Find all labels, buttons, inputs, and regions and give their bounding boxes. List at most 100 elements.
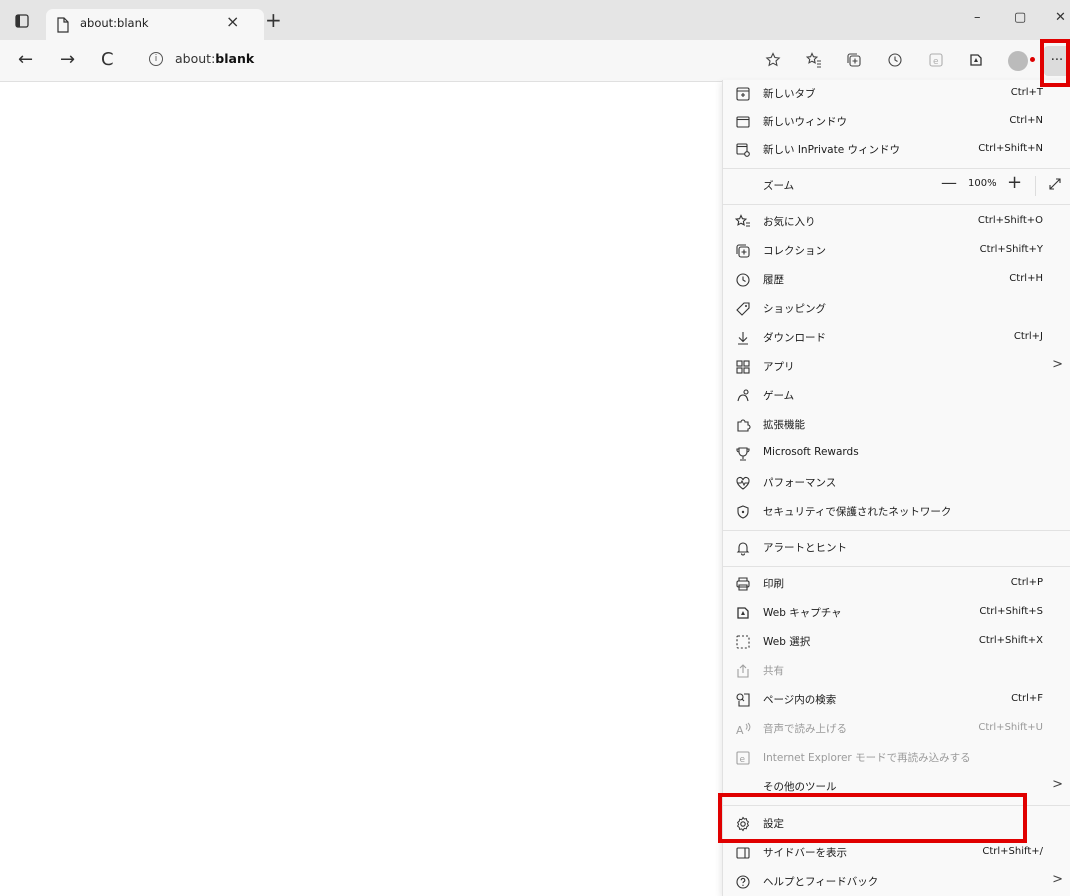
menu-label: パフォーマンス xyxy=(763,477,837,489)
menu-label: お気に入り xyxy=(763,216,816,228)
menu-shortcut: Ctrl+Shift+Y xyxy=(979,244,1043,255)
menu-label: ダウンロード xyxy=(763,332,826,344)
menu-shortcut: Ctrl+T xyxy=(1010,87,1043,98)
heart-pulse-icon xyxy=(735,475,751,491)
inprivate-icon xyxy=(735,142,751,158)
svg-text:A: A xyxy=(736,724,744,737)
bell-icon xyxy=(735,540,751,556)
menu-new-tab[interactable]: 新しいタブ Ctrl+T xyxy=(723,80,1070,108)
back-button[interactable]: ← xyxy=(18,50,33,70)
menu-label: 印刷 xyxy=(763,578,784,590)
web-capture-icon xyxy=(735,605,751,621)
menu-label: アラートとヒント xyxy=(763,542,847,554)
menu-ie-mode[interactable]: e Internet Explorer モードで再読み込みする xyxy=(723,744,1070,772)
history-icon xyxy=(735,272,751,288)
menu-label: ヘルプとフィードバック xyxy=(763,876,879,888)
menu-read-aloud[interactable]: A 音声で読み上げる Ctrl+Shift+U xyxy=(723,715,1070,743)
menu-label: ショッピング xyxy=(763,303,826,315)
minimize-button[interactable]: – xyxy=(974,10,981,25)
menu-share[interactable]: 共有 xyxy=(723,657,1070,685)
menu-zoom: ズーム — 100% + xyxy=(723,172,1070,200)
menu-rewards[interactable]: Microsoft Rewards xyxy=(723,440,1070,468)
zoom-level: 100% xyxy=(968,178,997,189)
info-icon[interactable]: i xyxy=(149,52,163,66)
ie-mode-icon[interactable]: e xyxy=(928,52,944,68)
tab-actions-icon[interactable] xyxy=(14,13,30,29)
address-bar[interactable]: i about:blank xyxy=(135,47,795,73)
tab-title: about:blank xyxy=(80,16,149,30)
menu-label: コレクション xyxy=(763,245,826,257)
menu-collections[interactable]: コレクション Ctrl+Shift+Y xyxy=(723,237,1070,265)
menu-label: 新しいウィンドウ xyxy=(763,116,847,128)
menu-new-window[interactable]: 新しいウィンドウ Ctrl+N xyxy=(723,108,1070,136)
menu-divider xyxy=(723,566,1070,567)
menu-favorites[interactable]: お気に入り Ctrl+Shift+O xyxy=(723,208,1070,236)
menu-label: ページ内の検索 xyxy=(763,694,837,706)
menu-web-capture[interactable]: Web キャプチャ Ctrl+Shift+S xyxy=(723,599,1070,627)
svg-text:e: e xyxy=(740,755,746,765)
menu-shortcut: Ctrl+P xyxy=(1010,577,1043,588)
menu-shopping[interactable]: ショッピング xyxy=(723,295,1070,323)
favorites-icon[interactable] xyxy=(806,52,822,68)
tab-close-button[interactable]: × xyxy=(226,12,239,31)
menu-print[interactable]: 印刷 Ctrl+P xyxy=(723,570,1070,598)
menu-alerts[interactable]: アラートとヒント xyxy=(723,534,1070,562)
menu-secure-network[interactable]: セキュリティで保護されたネットワーク xyxy=(723,498,1070,526)
menu-performance[interactable]: パフォーマンス xyxy=(723,469,1070,497)
sidebar-icon xyxy=(735,845,751,861)
zoom-out-button[interactable]: — xyxy=(941,173,957,192)
printer-icon xyxy=(735,576,751,592)
menu-new-inprivate[interactable]: 新しい InPrivate ウィンドウ Ctrl+Shift+N xyxy=(723,136,1070,164)
menu-extensions[interactable]: 拡張機能 xyxy=(723,411,1070,439)
maximize-button[interactable]: ▢ xyxy=(1014,10,1026,25)
highlight-settings-item xyxy=(718,793,1027,843)
menu-divider xyxy=(723,168,1070,169)
menu-label: ズーム xyxy=(763,180,795,192)
menu-web-select[interactable]: Web 選択 Ctrl+Shift+X xyxy=(723,628,1070,656)
menu-label: その他のツール xyxy=(763,781,837,793)
puzzle-icon xyxy=(735,417,751,433)
profile-avatar[interactable] xyxy=(1008,51,1035,71)
settings-menu: 新しいタブ Ctrl+T 新しいウィンドウ Ctrl+N 新しい InPriva… xyxy=(722,80,1070,896)
zoom-in-button[interactable]: + xyxy=(1007,172,1022,193)
menu-label: セキュリティで保護されたネットワーク xyxy=(763,506,952,518)
menu-label: Microsoft Rewards xyxy=(763,446,859,458)
refresh-button[interactable]: C xyxy=(101,50,114,70)
menu-downloads[interactable]: ダウンロード Ctrl+J xyxy=(723,324,1070,352)
collections-icon[interactable] xyxy=(846,52,862,68)
new-tab-button[interactable]: + xyxy=(265,10,282,30)
menu-history[interactable]: 履歴 Ctrl+H xyxy=(723,266,1070,294)
new-tab-icon xyxy=(735,86,751,102)
shield-icon xyxy=(735,504,751,520)
favorites-icon xyxy=(735,214,751,230)
address-url[interactable]: about:blank xyxy=(175,51,254,66)
window-close-button[interactable]: ✕ xyxy=(1055,10,1066,25)
menu-find[interactable]: ページ内の検索 Ctrl+F xyxy=(723,686,1070,714)
history-icon[interactable] xyxy=(887,52,903,68)
menu-label: 新しい InPrivate ウィンドウ xyxy=(763,144,901,156)
menu-sidebar[interactable]: サイドバーを表示 Ctrl+Shift+/ xyxy=(723,839,1070,867)
active-tab[interactable]: about:blank × xyxy=(46,9,264,40)
menu-label: 共有 xyxy=(763,665,784,677)
menu-help[interactable]: ヘルプとフィードバック > xyxy=(723,868,1070,896)
chevron-right-icon: > xyxy=(1052,357,1063,372)
menu-label: Web 選択 xyxy=(763,636,811,648)
web-capture-icon[interactable] xyxy=(968,52,984,68)
add-favorite-icon[interactable] xyxy=(765,52,781,68)
fullscreen-icon[interactable] xyxy=(1047,176,1063,192)
menu-apps[interactable]: アプリ > xyxy=(723,353,1070,381)
help-icon xyxy=(735,874,751,890)
toolbar: ← → C i about:blank e ··· xyxy=(0,40,1070,82)
forward-button[interactable]: → xyxy=(60,50,75,70)
collections-icon xyxy=(735,243,751,259)
menu-label: ゲーム xyxy=(763,390,795,402)
svg-text:e: e xyxy=(933,57,939,67)
download-icon xyxy=(735,330,751,346)
menu-games[interactable]: ゲーム xyxy=(723,382,1070,410)
menu-label: 拡張機能 xyxy=(763,419,805,431)
chevron-right-icon: > xyxy=(1052,777,1063,792)
read-aloud-icon: A xyxy=(735,721,751,737)
menu-label: 新しいタブ xyxy=(763,88,816,100)
apps-icon xyxy=(735,359,751,375)
menu-shortcut: Ctrl+J xyxy=(1013,331,1043,342)
